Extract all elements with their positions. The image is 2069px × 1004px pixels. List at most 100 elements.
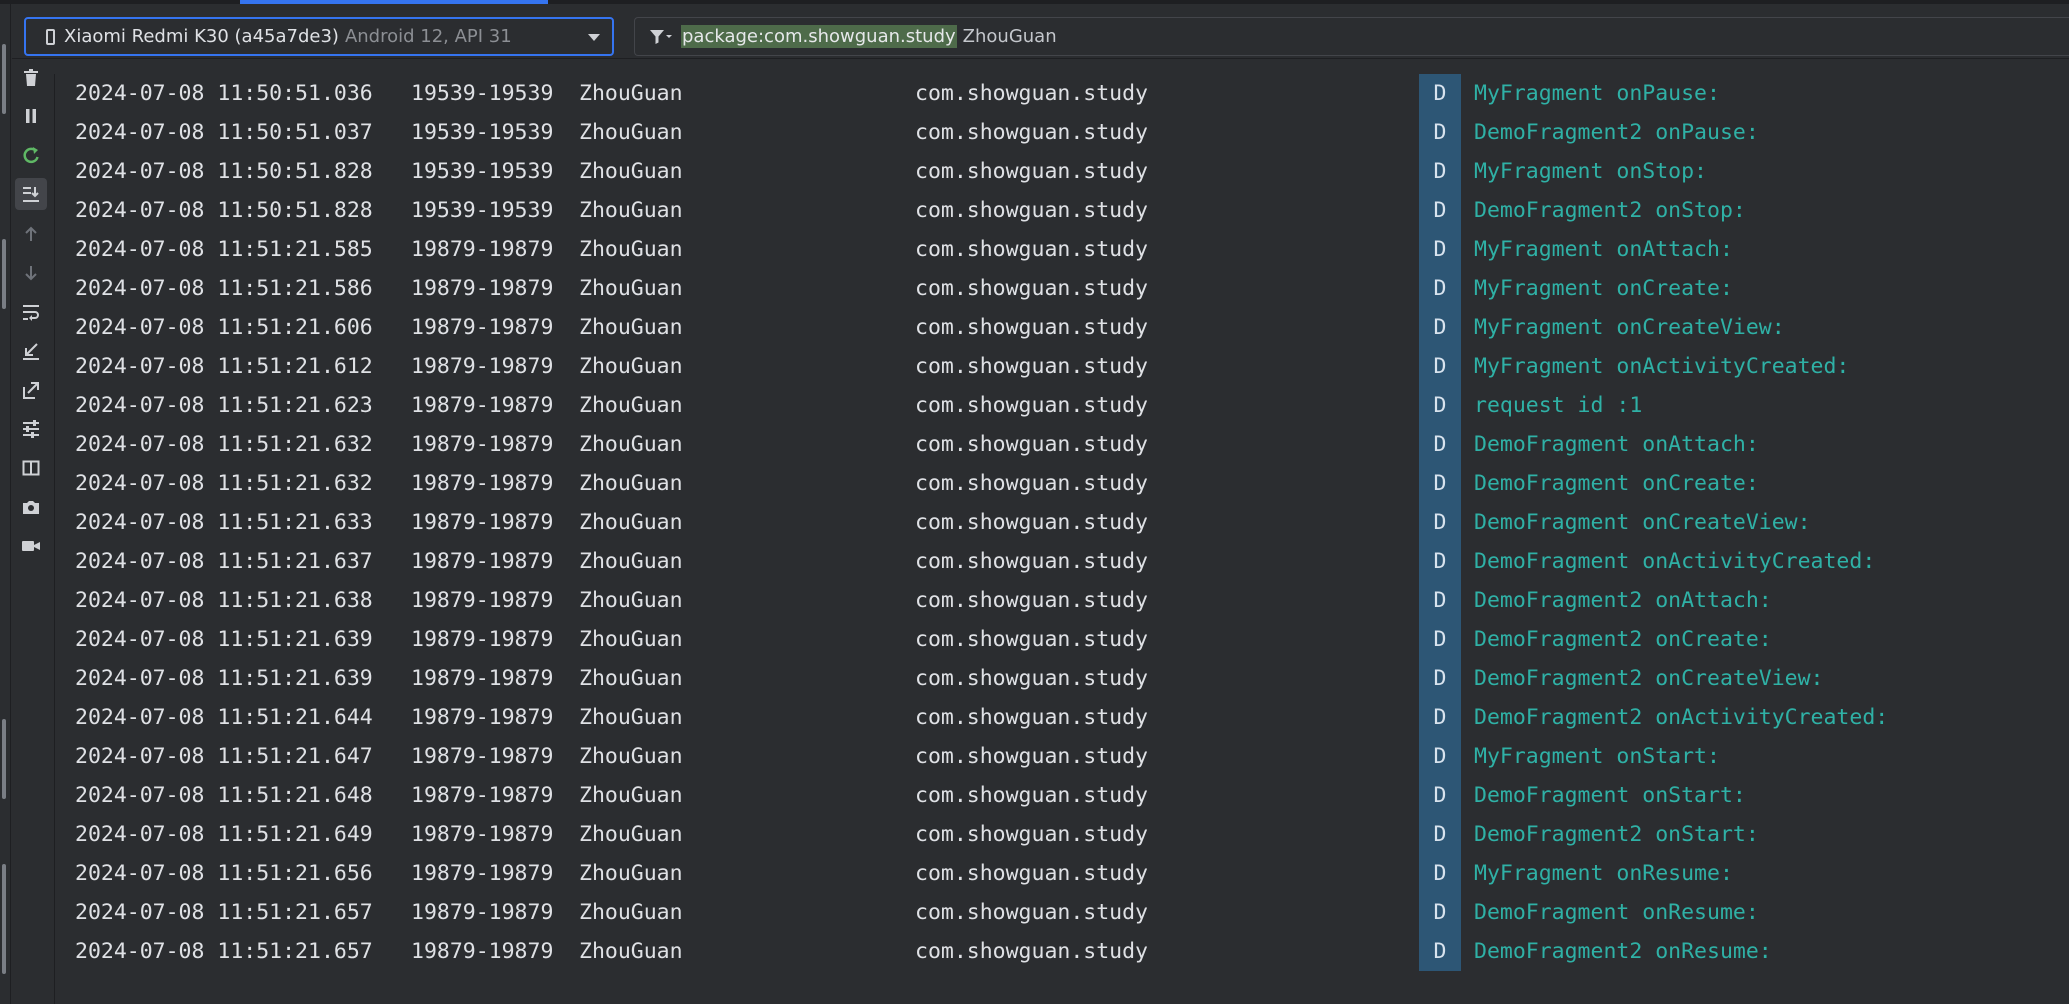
log-level-badge: D (1419, 113, 1461, 152)
log-tag: ZhouGuan (579, 549, 683, 574)
log-package: com.showguan.study (915, 432, 1148, 457)
log-time: 2024-07-08 11:50:51.036 (75, 81, 373, 106)
logcat-header: Xiaomi Redmi K30 (a45a7de3) Android 12, … (12, 4, 2069, 59)
pause-button[interactable] (15, 100, 47, 132)
log-tag: ZhouGuan (579, 822, 683, 847)
log-message: MyFragment onActivityCreated: (1474, 354, 1850, 379)
log-level-badge: D (1419, 776, 1461, 815)
log-row[interactable]: 2024-07-08 11:51:21.632 19879-19879 ZhouGu… (55, 464, 2069, 503)
log-pid: 19879-19879 (411, 315, 554, 340)
scroll-to-end-button[interactable] (15, 178, 47, 210)
log-level-badge: D (1419, 503, 1461, 542)
restart-button[interactable] (15, 139, 47, 171)
split-panels-button[interactable] (15, 452, 47, 484)
log-pid: 19879-19879 (411, 822, 554, 847)
screenshot-button[interactable] (15, 491, 47, 523)
log-row[interactable]: 2024-07-08 11:50:51.828 19539-19539 ZhouGu… (55, 191, 2069, 230)
log-level-badge: D (1419, 464, 1461, 503)
log-package: com.showguan.study (915, 393, 1148, 418)
video-icon (22, 541, 40, 551)
log-row[interactable]: 2024-07-08 11:51:21.656 19879-19879 ZhouGu… (55, 854, 2069, 893)
log-pid: 19539-19539 (411, 120, 554, 145)
log-level-badge: D (1419, 152, 1461, 191)
log-row[interactable]: 2024-07-08 11:51:21.612 19879-19879 ZhouGu… (55, 347, 2069, 386)
log-time: 2024-07-08 11:51:21.644 (75, 705, 373, 730)
log-level-badge: D (1419, 893, 1461, 932)
log-row[interactable]: 2024-07-08 11:50:51.036 19539-19539 ZhouGu… (55, 74, 2069, 113)
logcat-toolbar (12, 62, 52, 1004)
log-pid: 19879-19879 (411, 861, 554, 886)
logcat-output[interactable]: 2024-07-08 11:50:51.036 19539-19539 ZhouGu… (54, 74, 2069, 1004)
log-level-badge: D (1419, 815, 1461, 854)
export-logcat-button[interactable] (15, 374, 47, 406)
log-time: 2024-07-08 11:51:21.638 (75, 588, 373, 613)
log-row[interactable]: 2024-07-08 11:51:21.586 19879-19879 ZhouGu… (55, 269, 2069, 308)
log-package: com.showguan.study (915, 237, 1148, 262)
log-package: com.showguan.study (915, 120, 1148, 145)
log-message: MyFragment onResume: (1474, 861, 1733, 886)
log-tag: ZhouGuan (579, 783, 683, 808)
log-level-badge: D (1419, 542, 1461, 581)
log-row[interactable]: 2024-07-08 11:51:21.633 19879-19879 ZhouGu… (55, 503, 2069, 542)
log-row[interactable]: 2024-07-08 11:51:21.657 19879-19879 ZhouGu… (55, 893, 2069, 932)
logcat-settings-button[interactable] (15, 413, 47, 445)
logcat-filter-input[interactable]: package:com.showguan.study ZhouGuan (634, 17, 2069, 56)
log-pid: 19879-19879 (411, 705, 554, 730)
soft-wrap-button[interactable] (15, 296, 47, 328)
log-row[interactable]: 2024-07-08 11:51:21.657 19879-19879 ZhouGu… (55, 932, 2069, 971)
side-tool-tab[interactable] (2, 44, 6, 114)
filter-icon[interactable] (649, 26, 675, 48)
chevron-down-icon[interactable] (588, 34, 600, 41)
log-row[interactable]: 2024-07-08 11:51:21.632 19879-19879 ZhouGu… (55, 425, 2069, 464)
log-row[interactable]: 2024-07-08 11:51:21.649 19879-19879 ZhouGu… (55, 815, 2069, 854)
log-row[interactable]: 2024-07-08 11:50:51.037 19539-19539 ZhouGu… (55, 113, 2069, 152)
log-pid: 19879-19879 (411, 627, 554, 652)
log-message: DemoFragment onStart: (1474, 783, 1746, 808)
log-level-badge: D (1419, 854, 1461, 893)
export-icon (23, 382, 39, 399)
log-time: 2024-07-08 11:51:21.657 (75, 900, 373, 925)
log-row[interactable]: 2024-07-08 11:51:21.648 19879-19879 ZhouGu… (55, 776, 2069, 815)
log-time: 2024-07-08 11:51:21.585 (75, 237, 373, 262)
log-pid: 19879-19879 (411, 276, 554, 301)
log-package: com.showguan.study (915, 510, 1148, 535)
side-tool-tab[interactable] (2, 864, 6, 974)
log-row[interactable]: 2024-07-08 11:51:21.644 19879-19879 ZhouGu… (55, 698, 2069, 737)
log-level-badge: D (1419, 230, 1461, 269)
device-selector[interactable]: Xiaomi Redmi K30 (a45a7de3) Android 12, … (24, 17, 614, 56)
side-tool-tab[interactable] (2, 719, 6, 799)
log-time: 2024-07-08 11:51:21.639 (75, 666, 373, 691)
log-row[interactable]: 2024-07-08 11:51:21.639 19879-19879 ZhouGu… (55, 620, 2069, 659)
side-tool-tab[interactable] (2, 239, 6, 309)
import-icon (23, 343, 39, 360)
log-tag: ZhouGuan (579, 588, 683, 613)
log-row[interactable]: 2024-07-08 11:51:21.585 19879-19879 ZhouGu… (55, 230, 2069, 269)
log-package: com.showguan.study (915, 705, 1148, 730)
log-row[interactable]: 2024-07-08 11:51:21.623 19879-19879 ZhouGu… (55, 386, 2069, 425)
log-level-badge: D (1419, 932, 1461, 971)
screen-record-button[interactable] (15, 530, 47, 562)
up-arrow-icon (25, 226, 37, 241)
log-tag: ZhouGuan (579, 510, 683, 535)
log-package: com.showguan.study (915, 549, 1148, 574)
log-pid: 19539-19539 (411, 81, 554, 106)
log-time: 2024-07-08 11:51:21.648 (75, 783, 373, 808)
log-level-badge: D (1419, 269, 1461, 308)
log-time: 2024-07-08 11:50:51.828 (75, 198, 373, 223)
log-package: com.showguan.study (915, 900, 1148, 925)
import-logcat-button[interactable] (15, 335, 47, 367)
previous-occurrence-button[interactable] (15, 218, 47, 250)
log-row[interactable]: 2024-07-08 11:51:21.606 19879-19879 ZhouGu… (55, 308, 2069, 347)
next-occurrence-button[interactable] (15, 257, 47, 289)
log-row[interactable]: 2024-07-08 11:51:21.647 19879-19879 ZhouGu… (55, 737, 2069, 776)
log-package: com.showguan.study (915, 666, 1148, 691)
log-row[interactable]: 2024-07-08 11:51:21.639 19879-19879 ZhouGu… (55, 659, 2069, 698)
log-time: 2024-07-08 11:51:21.639 (75, 627, 373, 652)
log-row[interactable]: 2024-07-08 11:51:21.638 19879-19879 ZhouGu… (55, 581, 2069, 620)
log-row[interactable]: 2024-07-08 11:50:51.828 19539-19539 ZhouGu… (55, 152, 2069, 191)
device-name: Xiaomi Redmi K30 (a45a7de3) (64, 26, 339, 47)
log-row[interactable]: 2024-07-08 11:51:21.637 19879-19879 ZhouGu… (55, 542, 2069, 581)
log-tag: ZhouGuan (579, 471, 683, 496)
clear-logcat-button[interactable] (15, 62, 47, 94)
side-tool-strip (0, 4, 11, 1004)
